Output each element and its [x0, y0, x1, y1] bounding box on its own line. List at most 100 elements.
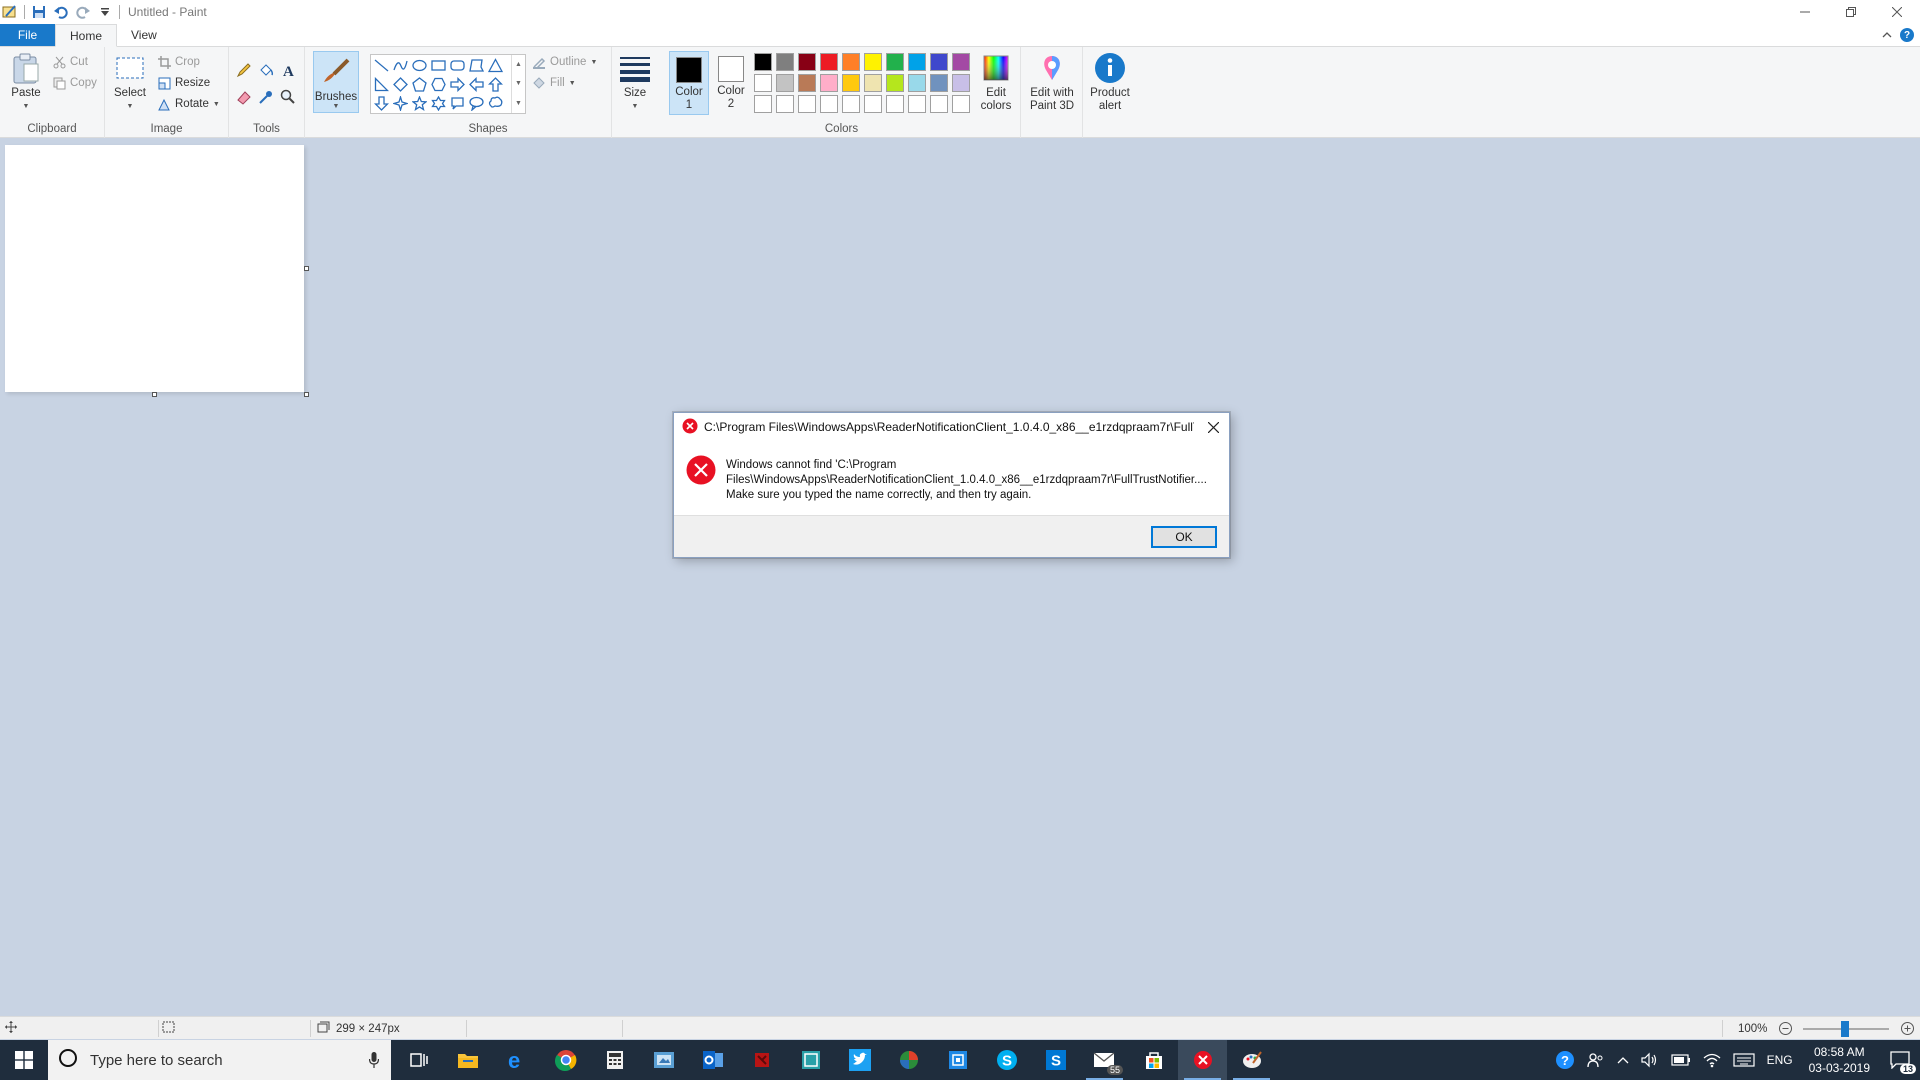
mail-icon[interactable]: 55 — [1080, 1040, 1129, 1080]
line-shape-icon[interactable] — [372, 56, 390, 74]
select-dropdown-icon[interactable]: ▼ — [127, 100, 134, 113]
file-explorer-icon[interactable] — [443, 1040, 492, 1080]
rounded-rectangle-shape-icon[interactable] — [448, 56, 466, 74]
shapes-scroll[interactable]: ▲ ▼ ▼ — [511, 55, 525, 113]
color-picker-icon[interactable] — [256, 87, 276, 107]
tab-view[interactable]: View — [117, 24, 171, 46]
save-icon[interactable] — [31, 4, 47, 20]
customize-qat-chevron-icon[interactable] — [97, 4, 113, 20]
size-button[interactable]: Size ▼ — [615, 52, 655, 113]
chrome-browser-icon[interactable] — [541, 1040, 590, 1080]
taskbar-search-box[interactable]: Type here to search — [48, 1040, 391, 1080]
outline-dropdown-icon[interactable]: ▼ — [590, 59, 597, 66]
oval-shape-icon[interactable] — [410, 56, 428, 74]
help-tray-icon[interactable]: ? — [1549, 1040, 1581, 1080]
triangle-shape-icon[interactable] — [486, 56, 504, 74]
colorful-app-icon[interactable] — [884, 1040, 933, 1080]
copy-button[interactable]: Copy — [52, 74, 97, 92]
text-tool-icon[interactable]: A — [278, 60, 298, 80]
snipping-tool-icon[interactable] — [639, 1040, 688, 1080]
left-arrow-shape-icon[interactable] — [467, 75, 485, 93]
resize-button[interactable]: Resize — [157, 74, 210, 92]
eraser-icon[interactable] — [234, 87, 254, 107]
edit-with-paint3d-button[interactable]: Edit with Paint 3D — [1024, 52, 1080, 113]
start-button[interactable] — [0, 1040, 48, 1080]
microphone-icon[interactable] — [368, 1052, 380, 1072]
close-button[interactable] — [1874, 0, 1920, 24]
crop-button[interactable]: Crop — [157, 53, 200, 71]
input-language[interactable]: ENG — [1761, 1040, 1799, 1080]
volume-icon[interactable] — [1635, 1040, 1665, 1080]
rotate-dropdown-icon[interactable]: ▼ — [213, 101, 220, 108]
oval-callout-shape-icon[interactable] — [467, 94, 485, 112]
outline-button[interactable]: Outline ▼ — [532, 53, 597, 71]
collapse-ribbon-chevron-icon[interactable] — [1882, 28, 1892, 42]
rotate-button[interactable]: Rotate ▼ — [157, 95, 220, 113]
skype-for-business-icon[interactable]: S — [1031, 1040, 1080, 1080]
cut-button[interactable]: Cut — [52, 53, 88, 71]
up-arrow-shape-icon[interactable] — [486, 75, 504, 93]
clock[interactable]: 08:58 AM 03-03-2019 — [1799, 1044, 1880, 1076]
fill-dropdown-icon[interactable]: ▼ — [569, 80, 576, 87]
rectangle-shape-icon[interactable] — [429, 56, 447, 74]
outlook-icon[interactable] — [688, 1040, 737, 1080]
diamond-shape-icon[interactable] — [391, 75, 409, 93]
people-icon[interactable] — [1581, 1040, 1611, 1080]
canvas-resize-handle-corner[interactable] — [304, 392, 309, 397]
five-point-star-shape-icon[interactable] — [410, 94, 428, 112]
minimize-button[interactable] — [1782, 0, 1828, 24]
canvas-resize-handle-bottom[interactable] — [152, 392, 157, 397]
fill-bucket-icon[interactable] — [256, 60, 276, 80]
zoom-slider-thumb[interactable] — [1841, 1021, 1849, 1037]
paste-button[interactable]: Paste ▼ — [8, 52, 44, 113]
red-app-icon[interactable] — [737, 1040, 786, 1080]
wifi-icon[interactable] — [1697, 1040, 1727, 1080]
undo-icon[interactable] — [53, 4, 69, 20]
select-button[interactable]: Select ▼ — [112, 52, 148, 113]
battery-icon[interactable] — [1665, 1040, 1697, 1080]
cloud-callout-shape-icon[interactable] — [486, 94, 504, 112]
show-hidden-icons-chevron[interactable] — [1611, 1040, 1635, 1080]
scroll-down-icon[interactable]: ▼ — [515, 80, 522, 87]
restore-button[interactable] — [1828, 0, 1874, 24]
zoom-in-button[interactable] — [1901, 1017, 1914, 1040]
polygon-shape-icon[interactable] — [467, 56, 485, 74]
store-app-icon[interactable] — [933, 1040, 982, 1080]
six-point-star-shape-icon[interactable] — [429, 94, 447, 112]
tab-file[interactable]: File — [0, 24, 55, 46]
microsoft-store-icon[interactable] — [1129, 1040, 1178, 1080]
skype-icon[interactable]: S — [982, 1040, 1031, 1080]
expand-gallery-icon[interactable]: ▼ — [515, 100, 522, 107]
four-point-star-shape-icon[interactable] — [391, 94, 409, 112]
paste-dropdown-icon[interactable]: ▼ — [23, 100, 30, 113]
fill-button[interactable]: Fill ▼ — [532, 74, 576, 92]
tab-home[interactable]: Home — [55, 24, 118, 47]
pencil-icon[interactable] — [234, 60, 254, 80]
action-center-button[interactable]: 13 — [1880, 1040, 1920, 1080]
pentagon-shape-icon[interactable] — [410, 75, 428, 93]
right-triangle-shape-icon[interactable] — [372, 75, 390, 93]
error-task-icon[interactable] — [1178, 1040, 1227, 1080]
task-view-icon[interactable] — [394, 1040, 443, 1080]
curve-shape-icon[interactable] — [391, 56, 409, 74]
help-icon[interactable]: ? — [1900, 28, 1914, 42]
twitter-icon[interactable] — [835, 1040, 884, 1080]
redo-icon[interactable] — [75, 4, 91, 20]
product-alert-button[interactable]: Product alert — [1087, 52, 1133, 113]
hexagon-shape-icon[interactable] — [429, 75, 447, 93]
ok-button[interactable]: OK — [1151, 526, 1217, 548]
rounded-callout-shape-icon[interactable] — [448, 94, 466, 112]
keyboard-icon[interactable] — [1727, 1040, 1761, 1080]
scroll-up-icon[interactable]: ▲ — [515, 61, 522, 68]
magnifier-icon[interactable] — [278, 87, 298, 107]
canvas-resize-handle-right[interactable] — [304, 266, 309, 271]
right-arrow-shape-icon[interactable] — [448, 75, 466, 93]
calculator-icon[interactable] — [590, 1040, 639, 1080]
size-dropdown-icon[interactable]: ▼ — [632, 100, 639, 113]
blue-app-icon[interactable] — [786, 1040, 835, 1080]
edge-browser-icon[interactable]: e — [492, 1040, 541, 1080]
dialog-close-button[interactable] — [1197, 413, 1229, 441]
zoom-out-button[interactable] — [1779, 1017, 1792, 1040]
drawing-canvas[interactable] — [5, 145, 309, 397]
paint-app-icon[interactable] — [2, 4, 18, 20]
